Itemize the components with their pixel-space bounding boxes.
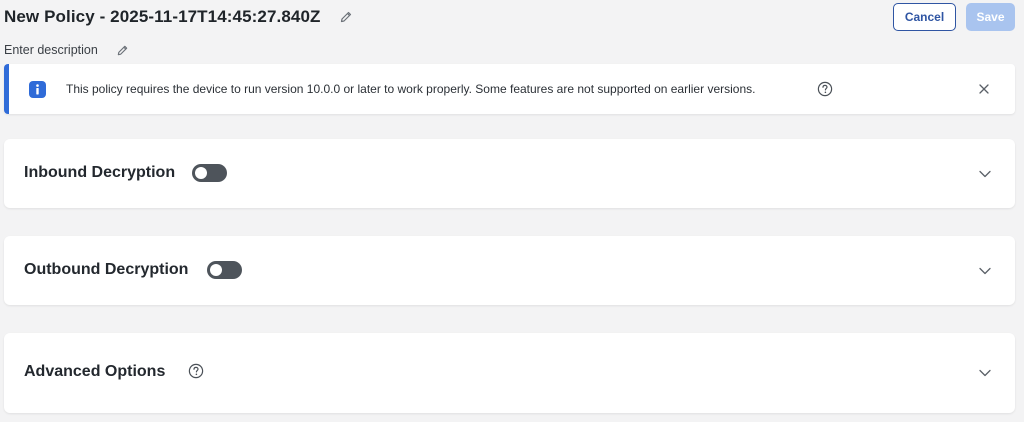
toggle-knob — [210, 264, 222, 276]
cancel-button[interactable]: Cancel — [893, 3, 956, 31]
inbound-decryption-section[interactable]: Inbound Decryption — [4, 139, 1015, 208]
advanced-options-section[interactable]: Advanced Options — [4, 333, 1015, 413]
help-icon[interactable] — [817, 81, 833, 97]
title-row: New Policy - 2025-11-17T14:45:27.840Z — [4, 6, 353, 28]
section-title: Advanced Options — [24, 363, 166, 380]
save-button[interactable]: Save — [966, 3, 1015, 31]
toggle-knob — [195, 167, 207, 179]
close-icon[interactable] — [976, 81, 992, 97]
page-title: New Policy - 2025-11-17T14:45:27.840Z — [4, 7, 321, 26]
banner-message: This policy requires the device to run v… — [66, 82, 756, 96]
edit-title-icon[interactable] — [339, 10, 353, 24]
outbound-decryption-toggle[interactable] — [207, 261, 242, 279]
inbound-decryption-toggle[interactable] — [192, 164, 227, 182]
banner-accent-stripe — [4, 64, 9, 114]
description-row: Enter description — [4, 42, 129, 58]
version-info-banner: This policy requires the device to run v… — [4, 64, 1015, 114]
help-icon[interactable] — [188, 363, 204, 379]
policy-editor-page: New Policy - 2025-11-17T14:45:27.840Z En… — [0, 0, 1024, 422]
chevron-down-icon[interactable] — [977, 263, 993, 279]
edit-description-icon[interactable] — [116, 44, 129, 57]
section-title: Inbound Decryption — [24, 164, 176, 181]
description-placeholder[interactable]: Enter description — [4, 43, 98, 57]
chevron-down-icon[interactable] — [977, 365, 993, 381]
outbound-decryption-section[interactable]: Outbound Decryption — [4, 236, 1015, 305]
info-icon — [29, 81, 46, 98]
chevron-down-icon[interactable] — [977, 166, 993, 182]
section-title: Outbound Decryption — [24, 261, 189, 278]
